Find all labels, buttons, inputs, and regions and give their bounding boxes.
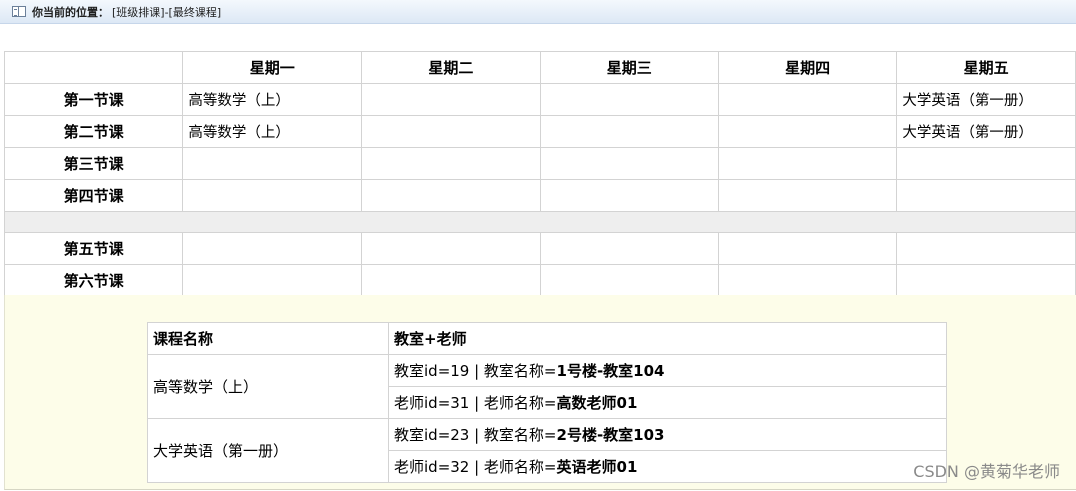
day-header: 星期五 <box>896 51 1076 84</box>
watermark: CSDN @黄菊华老师 <box>913 462 1060 481</box>
period-label: 第三节课 <box>3 147 184 180</box>
schedule-cell <box>717 83 898 116</box>
corner-cell <box>3 51 184 84</box>
schedule-cell: 高等数学（上） <box>182 83 363 116</box>
schedule-cell <box>182 232 363 265</box>
room-info: 教室id=23 | 教室名称=2号楼-教室103 <box>388 418 947 451</box>
schedule-cell <box>896 179 1076 212</box>
schedule-cell <box>717 264 898 297</box>
room-name: 1号楼-教室104 <box>556 362 665 380</box>
schedule-cell <box>361 147 541 180</box>
schedule-cell <box>717 147 898 180</box>
schedule-cell <box>717 115 898 148</box>
schedule-cell <box>361 83 541 116</box>
schedule-cell <box>539 83 719 116</box>
schedule-cell <box>539 147 719 180</box>
period-label: 第五节课 <box>3 232 184 265</box>
schedule-row: 第一节课 高等数学（上） 大学英语（第一册） <box>3 83 1076 116</box>
teacher-info: 老师id=31 | 老师名称=高数老师01 <box>388 386 947 419</box>
schedule-row: 第六节课 <box>3 264 1076 297</box>
schedule-row: 第四节课 <box>3 179 1076 212</box>
details-row: 高等数学（上） 教室id=19 | 教室名称=1号楼-教室104 <box>147 354 947 419</box>
period-label: 第一节课 <box>3 83 184 116</box>
course-details-table: 课程名称 教室+老师 高等数学（上） 教室id=19 | 教室名称=1号楼-教室… <box>147 322 947 483</box>
details-row: 大学英语（第一册） 教室id=23 | 教室名称=2号楼-教室103 <box>147 418 947 483</box>
schedule-cell <box>539 179 719 212</box>
teacher-name: 高数老师01 <box>556 394 638 412</box>
teacher-info-prefix: 老师id=31 | 老师名称= <box>394 394 557 412</box>
schedule-cell <box>361 115 541 148</box>
day-header: 星期三 <box>539 51 719 84</box>
room-info: 教室id=19 | 教室名称=1号楼-教室104 <box>388 354 947 387</box>
breadcrumb: [班级排课]-[最终课程] <box>112 5 222 19</box>
course-name-header: 课程名称 <box>147 322 389 355</box>
day-header: 星期二 <box>361 51 541 84</box>
lunch-break-divider <box>4 211 1076 233</box>
room-info-prefix: 教室id=19 | 教室名称= <box>394 362 557 380</box>
schedule-cell <box>896 232 1076 265</box>
teacher-info-prefix: 老师id=32 | 老师名称= <box>394 458 557 476</box>
teacher-name: 英语老师01 <box>556 458 638 476</box>
schedule-cell <box>182 147 363 180</box>
schedule-cell: 高等数学（上） <box>182 115 363 148</box>
room-info-prefix: 教室id=23 | 教室名称= <box>394 426 557 444</box>
schedule-cell <box>717 232 898 265</box>
schedule-cell <box>182 264 363 297</box>
period-label: 第六节课 <box>3 264 184 297</box>
schedule-cell <box>896 147 1076 180</box>
course-name: 高等数学（上） <box>147 354 389 419</box>
schedule-cell <box>539 232 719 265</box>
schedule-cell <box>361 179 541 212</box>
schedule-cell <box>717 179 898 212</box>
schedule-cell: 大学英语（第一册） <box>896 83 1076 116</box>
period-label: 第四节课 <box>3 179 184 212</box>
teacher-info: 老师id=32 | 老师名称=英语老师01 <box>388 450 947 483</box>
schedule-cell <box>361 264 541 297</box>
details-header-row: 课程名称 教室+老师 <box>147 322 947 355</box>
period-label: 第二节课 <box>3 115 184 148</box>
room-name: 2号楼-教室103 <box>556 426 665 444</box>
room-teacher-header: 教室+老师 <box>388 322 947 355</box>
breadcrumb-bar: 你当前的位置： [班级排课]-[最终课程] <box>0 0 1076 24</box>
schedule-cell <box>896 264 1076 297</box>
schedule-row: 第三节课 <box>3 147 1076 180</box>
schedule-cell <box>539 115 719 148</box>
divider-cell <box>4 211 1076 233</box>
schedule-cell: 大学英语（第一册） <box>896 115 1076 148</box>
schedule-row: 第五节课 <box>3 232 1076 265</box>
schedule-cell <box>361 232 541 265</box>
schedule-cell <box>182 179 363 212</box>
breadcrumb-label: 你当前的位置： <box>32 5 109 19</box>
schedule-header-row: 星期一 星期二 星期三 星期四 星期五 <box>3 51 1076 84</box>
book-icon <box>12 6 26 17</box>
course-name: 大学英语（第一册） <box>147 418 389 483</box>
day-header: 星期四 <box>717 51 898 84</box>
schedule-table: 星期一 星期二 星期三 星期四 星期五 第一节课 高等数学（上） 大学英语（第一… <box>3 51 1076 297</box>
day-header: 星期一 <box>182 51 363 84</box>
schedule-row: 第二节课 高等数学（上） 大学英语（第一册） <box>3 115 1076 148</box>
schedule-cell <box>539 264 719 297</box>
